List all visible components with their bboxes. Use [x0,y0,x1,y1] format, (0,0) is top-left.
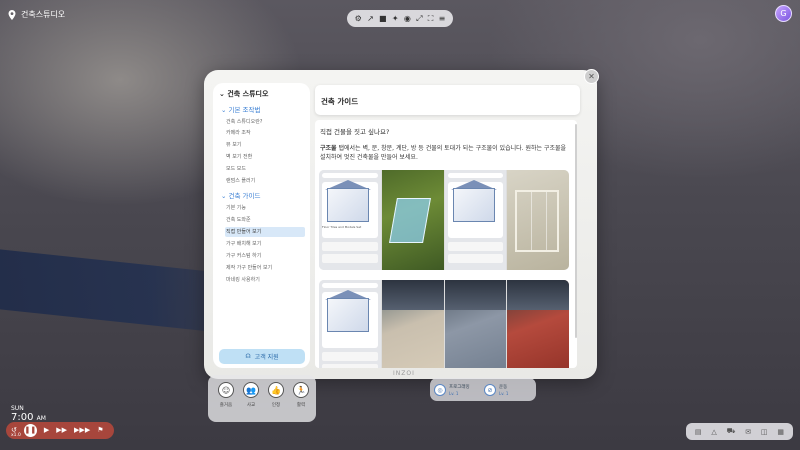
guide-content: 직접 건물을 짓고 싶나요? 구조물 탭에서는 벽, 문, 창문, 계단, 방 … [315,120,577,368]
fullscreen-icon[interactable]: ⤢ [416,14,422,23]
video-icon[interactable]: ■ [379,14,387,23]
headset-icon: ☊ [245,353,251,360]
need-label: 사교 [246,403,256,408]
need-label: 즐거움 [219,403,233,408]
people-icon: 👥 [243,382,259,398]
sidebar-item[interactable]: 모드 모드 [225,164,305,174]
roof-image [381,280,444,368]
frame-icon[interactable]: ⛶ [428,14,434,23]
roof-image [507,280,569,368]
car-icon[interactable]: ⛟ [727,427,736,436]
roof-image [444,280,507,368]
need-energy[interactable]: 🏃 활력 [289,382,313,408]
fastest-forward-button[interactable]: ▶▶▶ [74,427,90,434]
day-label: SUN [11,405,24,412]
need-recognition[interactable]: 👍 인정 [264,382,288,408]
avatar-initial: G [780,9,787,18]
speed-label: x1.0 [11,433,21,438]
sidebar-section-guide[interactable]: ⌄ 건축 가이드 [221,190,260,200]
content-scrollbar[interactable] [575,124,577,338]
satellite-icon[interactable]: ✦ [392,14,399,23]
sidebar-item-active[interactable]: 직접 만들어 보기 [225,227,305,237]
location-pin-icon [8,9,16,20]
guide-header: 건축 가이드 [315,85,580,115]
ui-screenshot-image: Floor Tiles and Models Set [319,170,381,270]
need-fun[interactable]: ☺ 즐거움 [214,382,238,408]
guide-sidebar: ⌄ 건축 스튜디오 ⌄ 기본 조작법 건축 스튜디오란? 카메라 조작 뷰 보기… [213,83,310,368]
support-button[interactable]: ☊ 고객 지원 [219,349,305,364]
guide-image-row-2 [319,280,569,368]
skill-level: Lv. 1 [499,391,509,396]
skill-label: 프로그래밍 [449,385,470,390]
mail-icon[interactable]: ✉ [745,428,751,436]
skill-level: Lv. 1 [449,391,459,396]
blueprint-image [381,170,444,270]
pause-button[interactable]: ❚❚ [23,424,37,437]
top-toolbar: ⚙ ↗ ■ ✦ ◉ ⤢ ⛶ ≡ [347,10,453,27]
measure-icon[interactable]: ↗ [367,14,374,23]
guide-question: 직접 건물을 짓고 싶나요? [320,128,390,136]
ui-screenshot-image [444,170,507,270]
avatar[interactable]: G [775,5,792,22]
pause-icon: ❚❚ [24,426,37,434]
smile-icon: ☺ [218,382,234,398]
sidebar-item[interactable]: 카메라 조작 [225,128,305,138]
need-label: 활력 [296,403,306,408]
sidebar-item[interactable]: 벽 보기 전환 [225,152,305,162]
fast-forward-button[interactable]: ▶▶ [56,427,67,434]
programming-icon[interactable]: ◎ [434,384,446,396]
skills-panel: ◎ 프로그래밍 Lv. 1 ⊘ 운동 Lv. 1 [430,378,536,401]
sidebar-item[interactable]: 기본 기능 [225,203,305,213]
map-icon[interactable]: ▦ [777,428,784,436]
sidebar-item[interactable]: 가구 커스텀 하기 [225,251,305,261]
shot-caption: Floor Tiles and Models Set [322,225,362,229]
brand-label: INZOI [393,370,415,377]
page-title: 건축 가이드 [321,97,359,106]
sidebar-title[interactable]: ⌄ 건축 스튜디오 [219,89,268,99]
run-icon: 🏃 [293,382,309,398]
settings-icon[interactable]: ⚙ [355,14,362,23]
gallery-icon[interactable]: ◫ [761,428,768,436]
sidebar-item[interactable]: 제작 가구 만들어 보기 [225,263,305,273]
play-button[interactable]: ▶ [44,427,49,434]
sidebar-item[interactable]: 뷰 보기 [225,140,305,150]
ui-screenshot-image [319,280,381,368]
sidebar-item[interactable]: 건축 도와준 [225,215,305,225]
guide-description: 구조물 탭에서는 벽, 문, 창문, 계단, 방 등 건물의 토대가 되는 구조… [320,145,567,161]
close-icon: ✕ [588,72,595,81]
floorplan-image [507,170,569,270]
sidebar-item[interactable]: 건축 스튜디오란? [225,117,305,127]
menu-icon[interactable]: ≡ [439,14,446,23]
need-social[interactable]: 👥 사교 [239,382,263,408]
chart-icon[interactable]: △ [711,428,716,436]
sidebar-item[interactable]: 랜덤스 플러기 [225,176,305,186]
needs-panel: ☺ 즐거움 👥 사교 👍 인정 🏃 활력 [208,375,316,422]
speed-controls: ↺ ❚❚ ▶ ▶▶ ▶▶▶ ⚑ [6,422,114,439]
close-button[interactable]: ✕ [584,69,599,84]
location-name: 건축스튜디오 [21,10,66,19]
book-icon[interactable]: ▤ [695,428,702,436]
guide-image-row-1: Floor Tiles and Models Set [319,170,569,270]
sidebar-item[interactable]: 마네킹 사용하기 [225,275,305,285]
exercise-icon[interactable]: ⊘ [484,384,496,396]
camera-icon[interactable]: ◉ [404,14,411,23]
location-label[interactable]: 건축스튜디오 [8,9,65,20]
skill-label: 운동 [499,385,508,390]
thumbs-up-icon: 👍 [268,382,284,398]
support-label: 고객 지원 [254,354,279,361]
sidebar-section-basic[interactable]: ⌄ 기본 조작법 [221,104,260,114]
flag-icon[interactable]: ⚑ [97,427,103,434]
need-label: 인정 [271,403,281,408]
bottom-right-toolbar: ▤ △ ⛟ ✉ ◫ ▦ [686,423,793,440]
sidebar-item[interactable]: 가구 배치해 보기 [225,239,305,249]
